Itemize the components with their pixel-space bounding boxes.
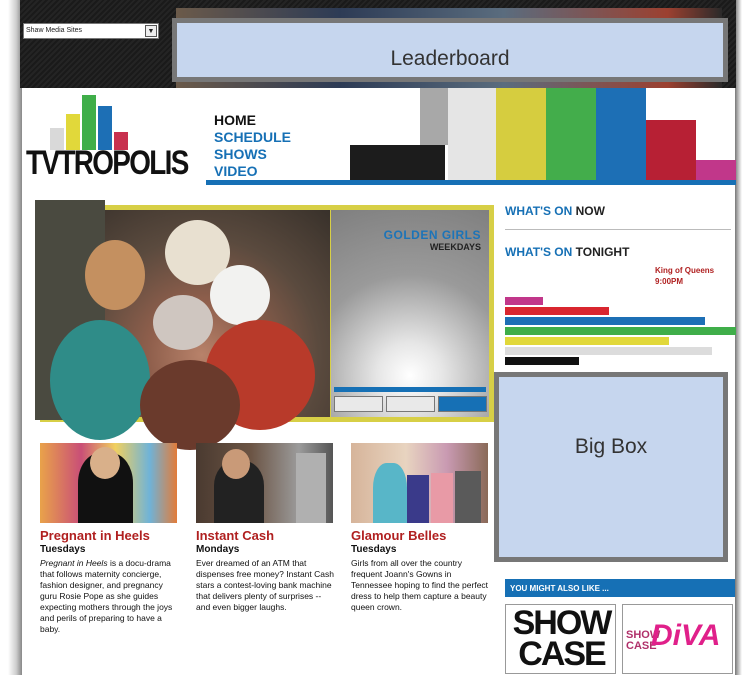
- whats-on-tonight-heading[interactable]: WHAT'S ON TONIGHT: [505, 245, 629, 259]
- nav-item-home[interactable]: HOME: [214, 112, 291, 129]
- deco-bar-green: [505, 327, 736, 335]
- show-card-instant-cash[interactable]: Instant Cash Mondays Ever dreamed of an …: [196, 443, 336, 613]
- header-bar-pink: [696, 160, 736, 180]
- chevron-down-icon[interactable]: ▼: [145, 25, 157, 37]
- card-description-text: Ever dreamed of an ATM that dispenses fr…: [196, 558, 334, 612]
- main-nav: HOME SCHEDULE SHOWS VIDEO: [214, 112, 291, 180]
- page-shadow-right: [735, 0, 742, 675]
- slide-button-1[interactable]: [334, 396, 383, 412]
- header-bar-gray: [420, 88, 448, 145]
- card-day: Mondays: [196, 544, 240, 555]
- showcase-diva-thumbnail[interactable]: SHOW CASE DiVA: [622, 604, 733, 674]
- show-card-pregnant-in-heels[interactable]: Pregnant in Heels Tuesdays Pregnant in H…: [40, 443, 180, 635]
- card-image[interactable]: [351, 443, 488, 523]
- slide-progress-bar: [334, 387, 486, 392]
- header-bar-green: [546, 88, 596, 180]
- card-image[interactable]: [196, 443, 333, 523]
- nav-item-schedule[interactable]: SCHEDULE: [214, 129, 291, 146]
- deco-bar-blue: [505, 317, 705, 325]
- showcase-logo-line2: CASE: [518, 635, 606, 673]
- tonight-show-time: 9:00PM: [655, 277, 684, 286]
- showcase-thumbnail[interactable]: SHOW CASE: [505, 604, 616, 674]
- whats-on-tonight-suffix: TONIGHT: [575, 245, 630, 259]
- feature-show-time: WEEKDAYS: [429, 242, 481, 252]
- deco-bar-red: [505, 307, 609, 315]
- showcase-diva-prefix: SHOW CASE: [626, 629, 661, 652]
- card-day: Tuesdays: [40, 544, 86, 555]
- show-card-glamour-belles[interactable]: Glamour Belles Tuesdays Girls from all o…: [351, 443, 491, 613]
- feature-carousel[interactable]: GOLDEN GIRLS WEEKDAYS: [35, 200, 494, 450]
- site-select-value: Shaw Media Sites: [26, 27, 83, 34]
- page: Shaw Media Sites ▼ Leaderboard TVTROPOLI…: [0, 0, 742, 675]
- nav-rule: [206, 180, 736, 185]
- tonight-show-name: King of Queens: [655, 266, 715, 275]
- page-shadow-left: [8, 0, 22, 675]
- card-description-text: Girls from all over the country frequent…: [351, 558, 489, 612]
- card-description-text: is a docu-drama that follows maternity c…: [40, 558, 173, 634]
- big-box-label: Big Box: [574, 435, 648, 458]
- whats-on-now-prefix: WHAT'S ON: [505, 204, 573, 218]
- slide-button-2[interactable]: [386, 396, 435, 412]
- nav-item-shows[interactable]: SHOWS: [214, 146, 291, 163]
- you-might-also-like-heading: YOU MIGHT ALSO LIKE ...: [505, 579, 735, 597]
- showcase-diva-word: DiVA: [651, 619, 721, 652]
- feature-info-panel: GOLDEN GIRLS WEEKDAYS: [331, 210, 489, 417]
- card-description-italic: Pregnant in Heels: [40, 558, 108, 568]
- whats-on-tonight-prefix: WHAT'S ON: [505, 245, 573, 259]
- whats-on-now-suffix: NOW: [575, 204, 605, 218]
- slide-button-3[interactable]: [438, 396, 487, 412]
- whats-on-now-heading[interactable]: WHAT'S ON NOW: [505, 204, 605, 218]
- nav-item-video[interactable]: VIDEO: [214, 163, 291, 180]
- card-title[interactable]: Instant Cash: [196, 528, 336, 543]
- card-description: Pregnant in Heels is a docu-drama that f…: [40, 558, 180, 635]
- header-bar-white: [448, 88, 496, 180]
- deco-bar-gray: [505, 347, 712, 355]
- header-bar-yellow: [496, 88, 546, 180]
- tonight-show[interactable]: King of Queens 9:00PM: [655, 265, 714, 287]
- card-day: Tuesdays: [351, 544, 397, 555]
- big-box-ad[interactable]: Big Box: [494, 372, 728, 562]
- card-description: Ever dreamed of an ATM that dispenses fr…: [196, 558, 336, 613]
- header-bar-blue: [596, 88, 646, 180]
- header-bar-dark: [350, 145, 445, 180]
- showcase-logo-line1: SHOW: [512, 604, 613, 642]
- card-image[interactable]: [40, 443, 177, 523]
- deco-bar-pink: [505, 297, 543, 305]
- logo-mark[interactable]: [44, 95, 154, 150]
- logo-text[interactable]: TVTROPOLIS: [26, 144, 189, 183]
- whats-on-divider: [505, 229, 731, 230]
- feature-photo[interactable]: [35, 200, 330, 450]
- deco-bar-yellow: [505, 337, 669, 345]
- header-bar-red: [646, 120, 696, 180]
- leaderboard-label: Leaderboard: [390, 47, 510, 70]
- card-description: Girls from all over the country frequent…: [351, 558, 491, 613]
- feature-show-title: GOLDEN GIRLS: [383, 228, 481, 242]
- deco-bar-black: [505, 357, 579, 365]
- card-title[interactable]: Glamour Belles: [351, 528, 491, 543]
- leaderboard-ad[interactable]: Leaderboard: [172, 18, 728, 82]
- site-select[interactable]: Shaw Media Sites ▼: [23, 23, 159, 39]
- card-title[interactable]: Pregnant in Heels: [40, 528, 180, 543]
